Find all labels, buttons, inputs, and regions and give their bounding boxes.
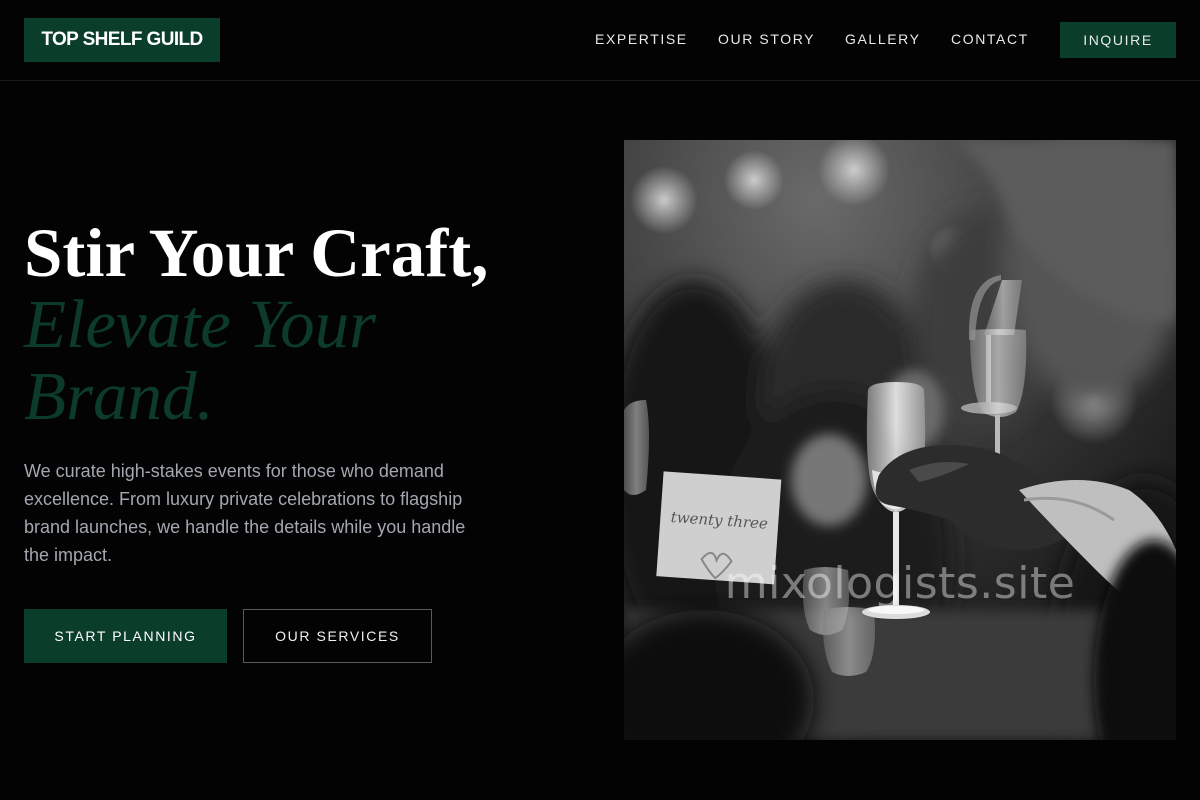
site-header: TOP SHELF GUILD EXPERTISE OUR STORY GALL… [0, 0, 1200, 81]
hero-lead-text: We curate high-stakes events for those w… [24, 461, 466, 565]
nav-gallery[interactable]: GALLERY [845, 31, 921, 47]
our-services-button[interactable]: OUR SERVICES [243, 609, 432, 663]
hero-headline-accent-line1: Elevate Your [24, 286, 377, 362]
celebration-toast-image: twenty three [624, 140, 1176, 740]
watermark: mixologists.site [724, 558, 1076, 609]
nav-contact[interactable]: CONTACT [951, 31, 1029, 47]
inquire-button[interactable]: INQUIRE [1060, 22, 1176, 58]
hero-headline-accent-line2: Brand. [24, 358, 214, 434]
hero-photo: twenty three mixologists.site [624, 140, 1176, 740]
hero-headline-accent: Elevate Your Brand. [24, 288, 504, 432]
logo[interactable]: TOP SHELF GUILD [24, 18, 220, 62]
start-planning-button[interactable]: START PLANNING [24, 609, 227, 663]
nav-expertise[interactable]: EXPERTISE [595, 31, 688, 47]
nav-our-story[interactable]: OUR STORY [718, 31, 815, 47]
hero-headline: Stir Your Craft, [24, 215, 489, 291]
